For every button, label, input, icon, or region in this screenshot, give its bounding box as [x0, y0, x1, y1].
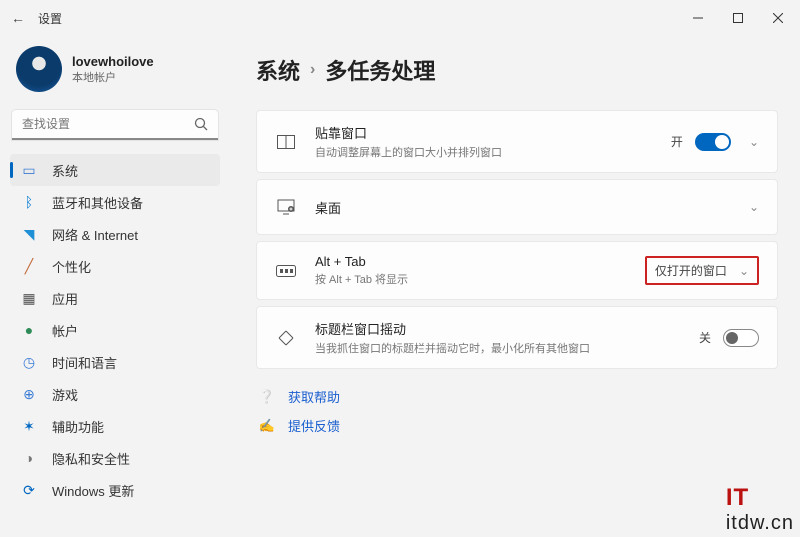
breadcrumb-parent[interactable]: 系统	[256, 54, 300, 86]
search-icon	[194, 117, 208, 136]
window-title: 设置	[38, 10, 62, 27]
minimize-button[interactable]	[678, 3, 718, 33]
sidebar-item-accessibility[interactable]: ✶辅助功能	[10, 410, 220, 442]
feedback-icon: ✍	[256, 418, 278, 434]
chevron-right-icon: ›	[310, 61, 315, 79]
sidebar-item-network[interactable]: ◥网络 & Internet	[10, 218, 220, 250]
profile-name: lovewhoilove	[72, 54, 154, 69]
alttab-icon	[275, 260, 297, 282]
alttab-sub: 按 Alt + Tab 将显示	[315, 271, 645, 287]
brush-icon: ╱	[20, 257, 38, 275]
main-content: 系统 › 多任务处理 贴靠窗口 自动调整屏幕上的窗口大小并排列窗口 开 ⌄ 桌面…	[230, 36, 800, 537]
sidebar-item-update[interactable]: ⟳Windows 更新	[10, 474, 220, 506]
search-box[interactable]	[12, 110, 218, 140]
time-icon: ◷	[20, 353, 38, 371]
alttab-title: Alt + Tab	[315, 254, 645, 269]
watermark: IT itdw.cn	[726, 484, 794, 535]
sidebar-item-privacy[interactable]: ◑隐私和安全性	[10, 442, 220, 474]
chevron-down-icon: ⌄	[749, 200, 759, 214]
shake-toggle[interactable]	[723, 329, 759, 347]
snap-title: 贴靠窗口	[315, 123, 671, 142]
avatar	[16, 46, 62, 92]
shake-state-label: 关	[699, 329, 711, 346]
feedback-link[interactable]: ✍提供反馈	[256, 416, 778, 435]
system-icon: ▭	[20, 161, 38, 179]
snap-sub: 自动调整屏幕上的窗口大小并排列窗口	[315, 144, 671, 160]
sidebar-item-personalize[interactable]: ╱个性化	[10, 250, 220, 282]
back-button[interactable]: ←	[2, 10, 34, 26]
breadcrumb: 系统 › 多任务处理	[256, 54, 778, 86]
desktops-title: 桌面	[315, 198, 743, 217]
chevron-down-icon: ⌄	[739, 264, 749, 278]
alttab-value: 仅打开的窗口	[655, 262, 727, 279]
setting-title-shake[interactable]: 标题栏窗口摇动 当我抓住窗口的标题栏并摇动它时，最小化所有其他窗口 关	[256, 306, 778, 369]
get-help-link[interactable]: ❔获取帮助	[256, 387, 778, 406]
game-icon: ⊕	[20, 385, 38, 403]
search-input[interactable]	[12, 110, 218, 140]
apps-icon: ▦	[20, 289, 38, 307]
close-button[interactable]	[758, 3, 798, 33]
account-icon: ●	[20, 321, 38, 339]
snap-toggle[interactable]	[695, 133, 731, 151]
help-links: ❔获取帮助 ✍提供反馈	[256, 387, 778, 435]
setting-desktops[interactable]: 桌面 ⌄	[256, 179, 778, 235]
shake-sub: 当我抓住窗口的标题栏并摇动它时，最小化所有其他窗口	[315, 340, 699, 356]
sidebar-item-gaming[interactable]: ⊕游戏	[10, 378, 220, 410]
snap-state-label: 开	[671, 133, 683, 150]
setting-alt-tab[interactable]: Alt + Tab 按 Alt + Tab 将显示 仅打开的窗口 ⌄	[256, 241, 778, 300]
wifi-icon: ◥	[20, 225, 38, 243]
profile[interactable]: lovewhoilove 本地帐户	[10, 40, 220, 108]
shake-icon	[275, 327, 297, 349]
desktops-icon	[275, 196, 297, 218]
access-icon: ✶	[20, 417, 38, 435]
titlebar: ← 设置	[0, 0, 800, 36]
update-icon: ⟳	[20, 481, 38, 499]
nav-list: ▭系统 ᛒ蓝牙和其他设备 ◥网络 & Internet ╱个性化 ▦应用 ●帐户…	[10, 154, 220, 506]
maximize-button[interactable]	[718, 3, 758, 33]
snap-icon	[275, 131, 297, 153]
sidebar-item-apps[interactable]: ▦应用	[10, 282, 220, 314]
shake-title: 标题栏窗口摇动	[315, 319, 699, 338]
chevron-down-icon: ⌄	[749, 135, 759, 149]
privacy-icon: ◑	[20, 449, 38, 467]
sidebar-item-time[interactable]: ◷时间和语言	[10, 346, 220, 378]
page-title: 多任务处理	[325, 54, 435, 86]
sidebar: lovewhoilove 本地帐户 ▭系统 ᛒ蓝牙和其他设备 ◥网络 & Int…	[0, 36, 230, 537]
setting-snap-windows[interactable]: 贴靠窗口 自动调整屏幕上的窗口大小并排列窗口 开 ⌄	[256, 110, 778, 173]
sidebar-item-system[interactable]: ▭系统	[10, 154, 220, 186]
sidebar-item-account[interactable]: ●帐户	[10, 314, 220, 346]
sidebar-item-bluetooth[interactable]: ᛒ蓝牙和其他设备	[10, 186, 220, 218]
help-icon: ❔	[256, 389, 278, 405]
alttab-dropdown[interactable]: 仅打开的窗口 ⌄	[645, 256, 759, 285]
profile-sub: 本地帐户	[72, 69, 154, 85]
bluetooth-icon: ᛒ	[20, 193, 38, 211]
